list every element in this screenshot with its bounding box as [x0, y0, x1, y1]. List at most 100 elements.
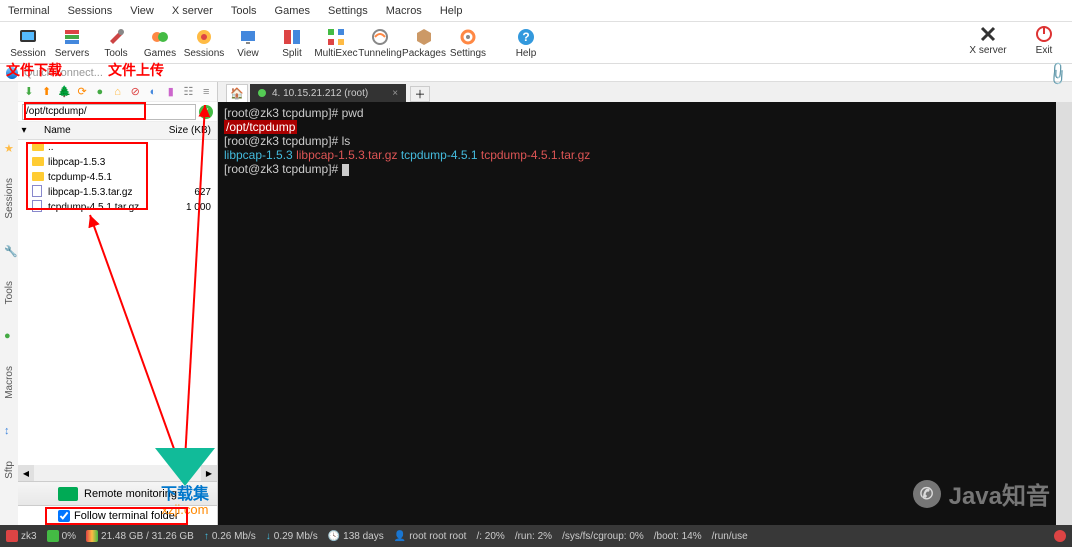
folder-icon — [32, 157, 44, 166]
terminal-body[interactable]: [root@zk3 tcpdump]# pwd/opt/tcpdump[root… — [218, 102, 1056, 525]
file-icon — [32, 185, 42, 197]
sb-user: 👤root root root — [394, 531, 467, 542]
up-icon: ↑ — [204, 531, 209, 542]
file-row[interactable]: tcpdump-4.5.1.tar.gz1 000 — [18, 200, 217, 215]
header-size[interactable]: Size (KB) — [165, 125, 217, 136]
tb-multiexec[interactable]: MultiExec — [314, 27, 358, 59]
wechat-icon: ✆ — [913, 480, 941, 508]
sb-fs1: /: 20% — [476, 531, 504, 542]
download-icon[interactable]: ⬇ — [22, 85, 36, 99]
folder-icon — [32, 142, 44, 151]
tb-sessions[interactable]: Sessions — [182, 27, 226, 59]
tab-active[interactable]: 4. 10.15.21.212 (root)× — [250, 84, 406, 102]
side-tabs: ★ Sessions 🔧 Tools ● Macros ↕ Sftp — [0, 82, 18, 525]
menubar: Terminal Sessions View X server Tools Ga… — [0, 0, 1072, 22]
sb-cpu: 0% — [47, 530, 76, 542]
tb-view[interactable]: View — [226, 27, 270, 59]
sftp-path-row: ✓ — [18, 102, 217, 122]
annotation-download: 文件下载 — [6, 60, 62, 80]
follow-checkbox[interactable] — [58, 510, 70, 522]
columns-icon[interactable]: ☷ — [182, 85, 196, 99]
tb-settings[interactable]: Settings — [446, 27, 490, 59]
host-icon — [6, 530, 18, 542]
file-icon — [32, 200, 42, 212]
menu-sessions[interactable]: Sessions — [68, 5, 113, 17]
sb-fs3: /sys/fs/cgroup: 0% — [562, 531, 644, 542]
tb-tunneling[interactable]: Tunneling — [358, 27, 402, 59]
menu-macros[interactable]: Macros — [386, 5, 422, 17]
user-icon: 👤 — [394, 531, 406, 542]
annotation-upload: 文件上传 — [108, 60, 164, 80]
file-row[interactable]: libpcap-1.5.3.tar.gz627 — [18, 185, 217, 200]
terminal-scrollbar[interactable] — [1056, 102, 1072, 525]
tab-new[interactable]: ＋ — [410, 86, 430, 102]
tb-tools[interactable]: Tools — [94, 27, 138, 59]
bookmark-icon[interactable]: ▮ — [164, 85, 178, 99]
tb-games[interactable]: Games — [138, 27, 182, 59]
file-row-parent[interactable]: .. — [18, 140, 217, 155]
sb-fs4: /boot: 14% — [654, 531, 702, 542]
new-folder-icon[interactable]: ● — [93, 85, 107, 99]
sidetab-sftp[interactable]: Sftp — [4, 461, 15, 479]
terminal-area: 🏠 4. 10.15.21.212 (root)× ＋ [root@zk3 tc… — [218, 82, 1072, 525]
xzji-watermark: 下载集 xzji.com — [155, 448, 215, 517]
menu-terminal[interactable]: Terminal — [8, 5, 50, 17]
star-icon[interactable]: ★ — [4, 142, 14, 152]
wrench-icon[interactable]: 🔧 — [4, 245, 14, 255]
delete-icon[interactable]: ⊘ — [128, 85, 142, 99]
tb-session[interactable]: Session — [6, 27, 50, 59]
wechat-watermark: ✆ Java知音 — [913, 476, 1050, 511]
toolbar: Session Servers Tools Games Sessions Vie… — [0, 22, 1072, 64]
cpu-icon — [47, 530, 59, 542]
menu-xserver[interactable]: X server — [172, 5, 213, 17]
record-icon[interactable]: ● — [4, 330, 14, 340]
sftp-path-input[interactable] — [22, 104, 196, 120]
down-icon: ↓ — [266, 531, 271, 542]
tb-exit[interactable]: Exit — [1022, 24, 1066, 56]
file-list: .. libpcap-1.5.3 tcpdump-4.5.1 libpcap-1… — [18, 140, 217, 465]
statusbar: zk3 0% 21.48 GB / 31.26 GB ↑0.26 Mb/s ↓0… — [0, 525, 1072, 547]
refresh-icon[interactable]: ⟳ — [75, 85, 89, 99]
sb-host: zk3 — [6, 530, 37, 542]
sb-uptime: 🕓138 days — [328, 531, 384, 542]
list-icon[interactable]: ≡ — [199, 85, 213, 99]
svg-text:?: ? — [522, 30, 529, 44]
menu-tools[interactable]: Tools — [231, 5, 257, 17]
tab-home[interactable]: 🏠 — [226, 84, 248, 102]
sb-fs5: /run/use — [712, 531, 748, 542]
folder-icon — [32, 172, 44, 181]
alert-icon[interactable] — [1054, 530, 1066, 542]
tb-help[interactable]: ?Help — [504, 27, 548, 59]
sb-down: ↓0.29 Mb/s — [266, 531, 318, 542]
sidetab-macros[interactable]: Macros — [4, 366, 15, 399]
header-name[interactable]: Name — [30, 125, 165, 136]
sidetab-tools[interactable]: Tools — [4, 281, 15, 304]
menu-games[interactable]: Games — [275, 5, 310, 17]
close-icon[interactable]: × — [392, 88, 398, 99]
monitor-icon — [58, 487, 78, 501]
tb-packages[interactable]: Packages — [402, 27, 446, 59]
home-icon[interactable]: ⌂ — [111, 85, 125, 99]
tb-servers[interactable]: Servers — [50, 27, 94, 59]
menu-view[interactable]: View — [130, 5, 154, 17]
sb-fs2: /run: 2% — [515, 531, 552, 542]
sb-up: ↑0.26 Mb/s — [204, 531, 256, 542]
menu-help[interactable]: Help — [440, 5, 463, 17]
upload-icon[interactable]: ⬆ — [40, 85, 54, 99]
mem-icon — [86, 530, 98, 542]
sb-mem: 21.48 GB / 31.26 GB — [86, 530, 194, 542]
tb-split[interactable]: Split — [270, 27, 314, 59]
tb-xserver[interactable]: X server — [966, 24, 1010, 56]
status-dot-icon — [258, 89, 266, 97]
sidetab-sessions[interactable]: Sessions — [4, 178, 15, 219]
menu-settings[interactable]: Settings — [328, 5, 368, 17]
file-row[interactable]: libpcap-1.5.3 — [18, 155, 217, 170]
tab-strip: 🏠 4. 10.15.21.212 (root)× ＋ — [218, 82, 1072, 102]
file-row[interactable]: tcpdump-4.5.1 — [18, 170, 217, 185]
ok-icon[interactable]: ✓ — [199, 105, 213, 119]
folder-tree-icon[interactable]: 🌲 — [57, 85, 71, 99]
clock-icon: 🕓 — [328, 531, 340, 542]
arrow-icon[interactable]: ↕ — [4, 425, 14, 435]
hidden-icon[interactable]: ◐ — [146, 85, 160, 99]
sftp-headers: ▾ Name Size (KB) — [18, 122, 217, 140]
